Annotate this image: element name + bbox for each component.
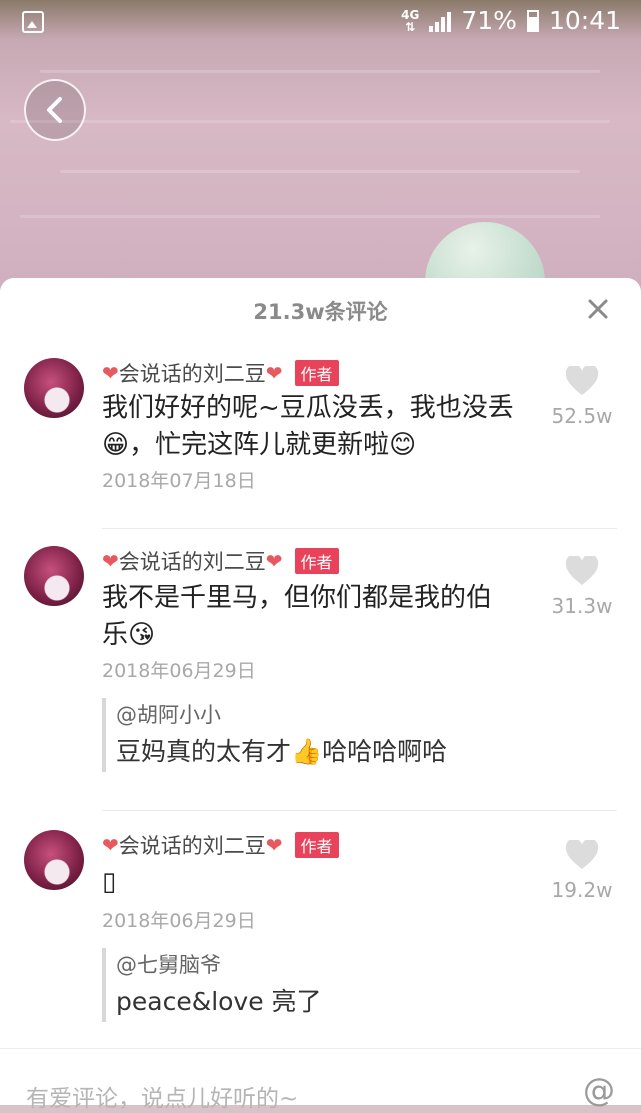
comment-date: 2018年06月29日 bbox=[102, 910, 256, 932]
author-badge: 作者 bbox=[294, 832, 339, 858]
heart-outline-icon bbox=[565, 366, 599, 395]
heart-outline-icon bbox=[565, 556, 599, 585]
comments-sheet: 21.3w条评论 ❤ 会说话的刘二豆 ❤ 作者 我们好好的呢~豆瓜没丢，我也没丢😁，… bbox=[0, 278, 641, 1104]
like-button[interactable]: 31.3w bbox=[537, 556, 627, 618]
back-button[interactable] bbox=[24, 79, 86, 141]
comment-text: 我们好好的呢~豆瓜没丢，我也没丢😁，忙完这阵儿就更新啦😊 bbox=[102, 393, 514, 460]
comment-author[interactable]: ❤ 会说话的刘二豆 ❤ 作者 bbox=[102, 830, 339, 860]
divider bbox=[102, 528, 617, 529]
heart-icon: ❤ bbox=[102, 361, 119, 385]
reply-text: 豆妈真的太有才👍哈哈哈啊哈 bbox=[116, 737, 448, 766]
like-button[interactable]: 19.2w bbox=[537, 840, 627, 902]
heart-icon: ❤ bbox=[265, 833, 283, 857]
author-badge: 作者 bbox=[294, 360, 339, 386]
avatar[interactable] bbox=[24, 358, 84, 418]
signal-icon bbox=[429, 10, 452, 32]
network-type: 4G ⇅ bbox=[401, 7, 420, 34]
quoted-reply[interactable]: @胡阿小小 豆妈真的太有才👍哈哈哈啊哈 bbox=[102, 698, 447, 772]
comment-date: 2018年07月18日 bbox=[102, 470, 256, 492]
heart-outline-icon bbox=[565, 840, 599, 869]
heart-icon: ❤ bbox=[102, 549, 119, 573]
gallery-notification-icon bbox=[22, 11, 44, 33]
comment-author[interactable]: ❤ 会说话的刘二豆 ❤ 作者 bbox=[102, 546, 339, 576]
heart-icon: ❤ bbox=[265, 549, 283, 573]
comment-text: ▯ bbox=[102, 867, 117, 897]
comment-date: 2018年06月29日 bbox=[102, 660, 256, 682]
avatar[interactable] bbox=[24, 546, 84, 606]
reply-text: peace&love 亮了 bbox=[116, 987, 322, 1016]
avatar[interactable] bbox=[24, 830, 84, 890]
author-badge: 作者 bbox=[294, 548, 339, 574]
status-bar: 4G ⇅ 71% 10:41 bbox=[0, 0, 641, 46]
mention-icon[interactable]: @ bbox=[583, 1071, 615, 1109]
comment-count-title: 21.3w条评论 bbox=[253, 300, 388, 324]
close-icon[interactable] bbox=[585, 296, 611, 322]
comment-author[interactable]: ❤ 会说话的刘二豆 ❤ 作者 bbox=[102, 358, 339, 388]
heart-icon: ❤ bbox=[265, 361, 283, 385]
comment-input-bar[interactable]: 有爱评论，说点儿好听的~ @ bbox=[0, 1048, 641, 1112]
like-count: 52.5w bbox=[551, 404, 613, 428]
like-count: 19.2w bbox=[551, 878, 613, 902]
like-count: 31.3w bbox=[551, 594, 613, 618]
chevron-left-icon bbox=[47, 97, 62, 123]
battery-percent: 71% bbox=[461, 6, 517, 35]
quoted-reply[interactable]: @七舅脑爷 peace&love 亮了 bbox=[102, 948, 322, 1022]
comment-text: 我不是千里马，但你们都是我的伯乐😘 bbox=[102, 583, 493, 650]
reply-author: @七舅脑爷 bbox=[116, 953, 221, 977]
clock: 10:41 bbox=[548, 6, 621, 35]
divider bbox=[102, 810, 617, 811]
battery-icon bbox=[526, 9, 539, 32]
heart-icon: ❤ bbox=[102, 833, 119, 857]
reply-author: @胡阿小小 bbox=[116, 703, 221, 727]
like-button[interactable]: 52.5w bbox=[537, 366, 627, 428]
comment-input[interactable]: 有爱评论，说点儿好听的~ bbox=[26, 1079, 298, 1113]
